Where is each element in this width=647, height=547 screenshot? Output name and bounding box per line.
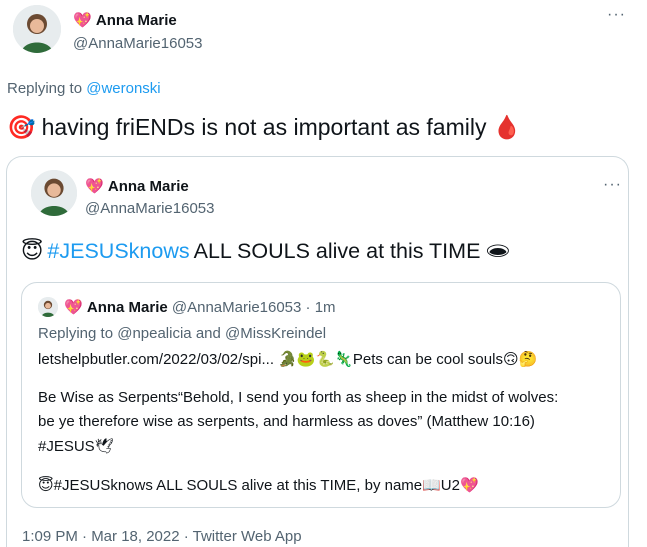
- inner-replying-to: Replying to @npealicia and @MissKreindel: [38, 325, 327, 342]
- heart-emoji: 💖: [85, 178, 104, 195]
- inner-author-handle: @AnnaMarie16053: [171, 299, 302, 316]
- hole-emoji: 🕳: [484, 239, 512, 263]
- quoted-tweet-card[interactable]: 💖 Anna Marie @AnnaMarie16053 ··· 😇 #JESU…: [6, 156, 629, 547]
- quoted-author-handle[interactable]: @AnnaMarie16053: [85, 200, 214, 217]
- author-name-row[interactable]: 💖 Anna Marie: [73, 11, 177, 29]
- quoted-author-name[interactable]: Anna Marie: [108, 178, 189, 195]
- inner-body-line-2: be ye therefore wise as serpents, and ha…: [38, 413, 535, 430]
- hashtag-link[interactable]: #JESUSknows: [47, 239, 189, 264]
- inner-body-line-3: #JESUS🕊: [38, 438, 114, 455]
- inner-tweet-age: · 1m: [305, 299, 336, 316]
- inner-quoted-tweet[interactable]: 💖 Anna Marie @AnnaMarie16053 · 1m Replyi…: [21, 282, 621, 508]
- heart-emoji: 💖: [73, 12, 92, 29]
- more-options-icon[interactable]: ···: [607, 6, 626, 24]
- author-avatar[interactable]: [13, 5, 61, 53]
- inner-footer-line: 😇#JESUSknows ALL SOULS alive at this TIM…: [38, 477, 479, 494]
- drop-of-blood-emoji: 🩸: [492, 114, 522, 140]
- replying-to-link[interactable]: @weronski: [86, 80, 160, 97]
- inner-author-avatar: [38, 297, 58, 317]
- inner-author-row: 💖 Anna Marie @AnnaMarie16053 · 1m: [64, 298, 336, 316]
- tweet-body: having friENDs is not as important as fa…: [41, 114, 487, 140]
- quoted-tweet-text: 😇 #JESUSknows ALL SOULS alive at this TI…: [21, 239, 512, 264]
- tweet-timestamp[interactable]: 1:09 PM · Mar 18, 2022 · Twitter Web App: [22, 528, 302, 545]
- quoted-author-name-row[interactable]: 💖 Anna Marie: [85, 177, 189, 195]
- target-emoji: 🎯: [7, 114, 36, 140]
- inner-author-name: Anna Marie: [86, 299, 168, 316]
- inner-body-line-1: Be Wise as Serpents“Behold, I send you f…: [38, 389, 559, 406]
- quoted-tweet-body: ALL SOULS alive at this TIME: [193, 239, 481, 263]
- replying-prefix: Replying to: [7, 80, 87, 97]
- heart-emoji: 💖: [64, 299, 83, 316]
- replying-to: Replying to @weronski: [7, 80, 161, 97]
- quoted-author-avatar[interactable]: [31, 170, 77, 216]
- author-handle[interactable]: @AnnaMarie16053: [73, 35, 202, 52]
- more-options-icon[interactable]: ···: [603, 176, 622, 194]
- halo-smile-emoji: 😇: [21, 239, 44, 263]
- tweet-text: 🎯 having friENDs is not as important as …: [7, 114, 521, 141]
- inner-link-line: letshelpbutler.com/2022/03/02/spi... 🐊🐸🐍…: [38, 351, 538, 368]
- author-name[interactable]: Anna Marie: [96, 12, 177, 29]
